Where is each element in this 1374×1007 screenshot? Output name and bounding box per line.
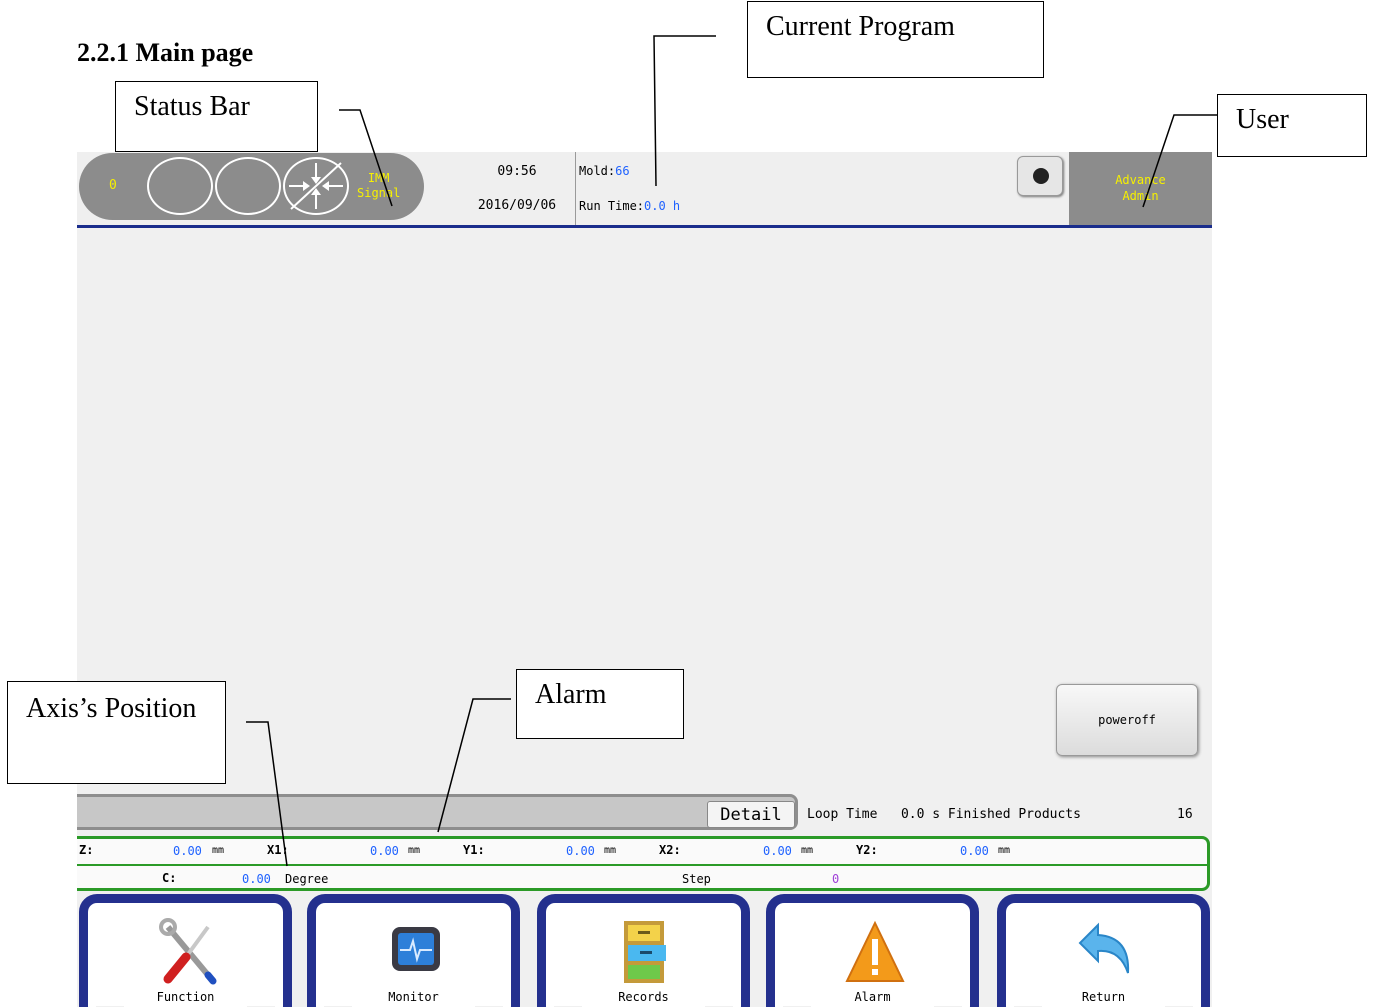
wrench-screwdriver-icon xyxy=(159,918,217,985)
y1-axis-label: Y1: xyxy=(463,843,485,857)
step-value: 0 xyxy=(832,872,840,886)
c-axis-value: 0.00 xyxy=(242,872,271,886)
imm-signal-line2: Signal xyxy=(357,186,401,200)
x1-axis-unit: mm xyxy=(408,845,421,856)
y2-axis-unit: mm xyxy=(998,845,1011,856)
camera-button[interactable] xyxy=(1017,156,1063,196)
return-label: Return xyxy=(1081,990,1126,1004)
x1-axis-value: 0.00 xyxy=(370,844,399,858)
clock-date: 2016/09/06 xyxy=(477,198,557,213)
function-label: Function xyxy=(156,990,215,1004)
c-axis-unit: Degree xyxy=(285,872,329,886)
function-button[interactable]: Function xyxy=(79,894,292,1007)
mold-value: 66 xyxy=(615,164,630,178)
x2-axis-label: X2: xyxy=(659,843,681,857)
axis-row-divider xyxy=(77,864,1207,866)
imm-signal-label: IMM Signal xyxy=(357,171,400,201)
signal-circle-2 xyxy=(215,157,281,215)
finished-products-value: 16 xyxy=(1177,807,1193,822)
callout-current-program: Current Program xyxy=(747,1,1044,78)
user-button[interactable]: Advance Admin xyxy=(1069,152,1212,225)
poweroff-button[interactable]: poweroff xyxy=(1056,684,1198,756)
c-axis-label: C: xyxy=(162,871,177,885)
loop-time-label: Loop Time xyxy=(807,807,878,822)
page-heading: 2.2.1 Main page xyxy=(77,38,254,67)
signal-counter: 0 xyxy=(109,178,117,193)
imm-signal-line1: IMM xyxy=(367,171,390,185)
y2-axis-label: Y2: xyxy=(856,843,878,857)
return-button[interactable]: Return xyxy=(997,894,1210,1007)
warning-icon xyxy=(845,920,905,982)
records-button[interactable]: Records xyxy=(537,894,750,1007)
run-time-label: Run Time: xyxy=(579,199,645,213)
mold-label: Mold: xyxy=(579,164,616,178)
finished-products-label: Finished Products xyxy=(947,807,1081,822)
user-name: Admin xyxy=(1122,189,1159,203)
x2-axis-value: 0.00 xyxy=(763,844,792,858)
signal-pill: 0 IMM Signal xyxy=(79,153,424,220)
callout-alarm: Alarm xyxy=(516,669,684,739)
run-time-info: Run Time:0.0 h xyxy=(579,199,680,213)
alarm-bar[interactable] xyxy=(77,794,798,830)
monitor-button[interactable]: Monitor xyxy=(307,894,520,1007)
hmi-screen: 0 IMM Signal 09:56 2016/09/06 Mold:66 Ru… xyxy=(77,152,1212,1007)
return-arrow-icon xyxy=(1078,922,1130,974)
status-divider xyxy=(575,152,576,225)
y1-axis-unit: mm xyxy=(604,845,617,856)
file-cabinet-icon xyxy=(624,921,666,983)
y1-axis-value: 0.00 xyxy=(566,844,595,858)
axis-position-panel: Z: 0.00 mm X1: 0.00 mm Y1: 0.00 mm X2: 0… xyxy=(77,836,1210,891)
alarm-label: Alarm xyxy=(854,990,891,1004)
records-label: Records xyxy=(618,990,669,1004)
z-axis-value: 0.00 xyxy=(173,844,202,858)
callout-axis-position: Axis’s Position xyxy=(7,681,226,784)
x2-axis-unit: mm xyxy=(801,845,814,856)
mold-info: Mold:66 xyxy=(579,164,630,178)
mold-signal-icon xyxy=(283,157,349,215)
signal-circle-1 xyxy=(147,157,213,215)
alarm-button[interactable]: Alarm xyxy=(766,894,979,1007)
y2-axis-value: 0.00 xyxy=(960,844,989,858)
callout-user: User xyxy=(1217,94,1367,157)
camera-icon xyxy=(1033,168,1049,184)
loop-time-info: Loop Time 0.0 s Finished Products xyxy=(807,807,1081,822)
run-time-value: 0.0 h xyxy=(644,199,681,213)
monitor-icon xyxy=(392,927,440,971)
user-level: Advance xyxy=(1115,173,1166,187)
callout-status-bar: Status Bar xyxy=(115,81,318,152)
clock-time: 09:56 xyxy=(497,164,537,179)
detail-button[interactable]: Detail xyxy=(707,801,795,828)
x1-axis-label: X1: xyxy=(267,843,289,857)
loop-time-value: 0.0 s xyxy=(900,807,941,822)
step-label: Step xyxy=(682,872,711,886)
status-bar: 0 IMM Signal 09:56 2016/09/06 Mold:66 Ru… xyxy=(77,152,1212,228)
z-axis-label: Z: xyxy=(79,843,94,857)
monitor-label: Monitor xyxy=(388,990,439,1004)
z-axis-unit: mm xyxy=(212,845,225,856)
